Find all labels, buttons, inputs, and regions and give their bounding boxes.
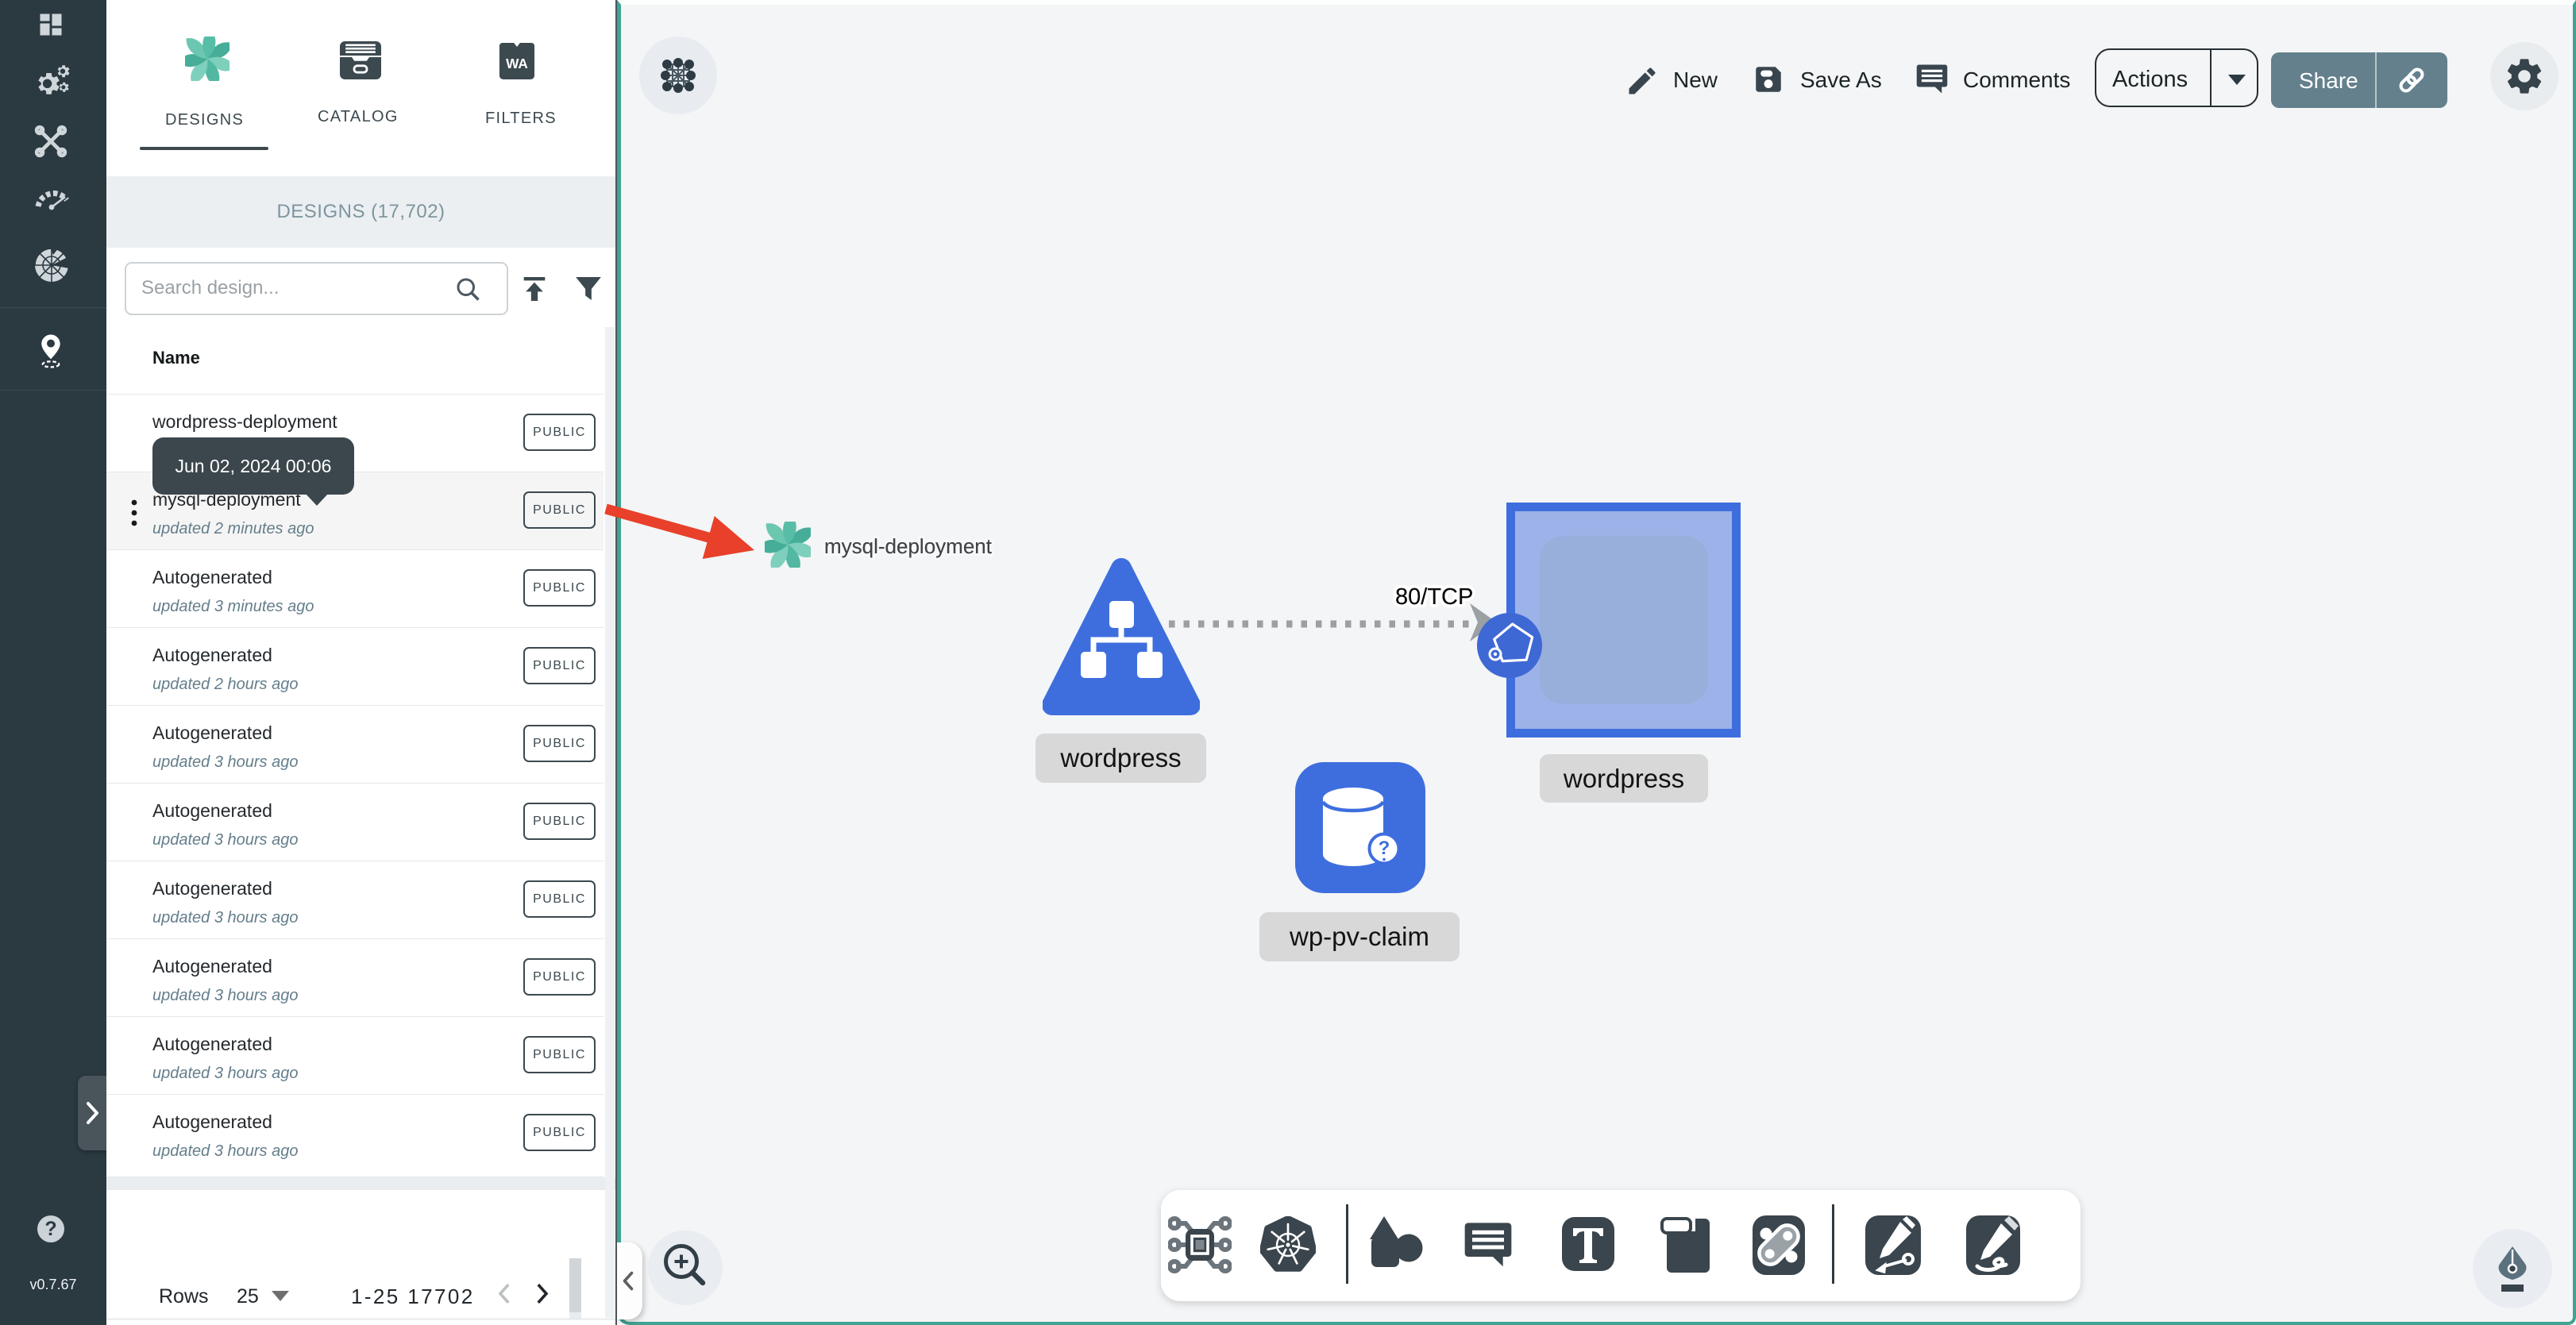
svg-text:WA: WA bbox=[506, 56, 528, 71]
svg-text:mysql-deployment: mysql-deployment bbox=[824, 534, 993, 558]
svg-text:80/TCP: 80/TCP bbox=[1395, 584, 1473, 610]
svg-text:?: ? bbox=[1379, 838, 1390, 859]
